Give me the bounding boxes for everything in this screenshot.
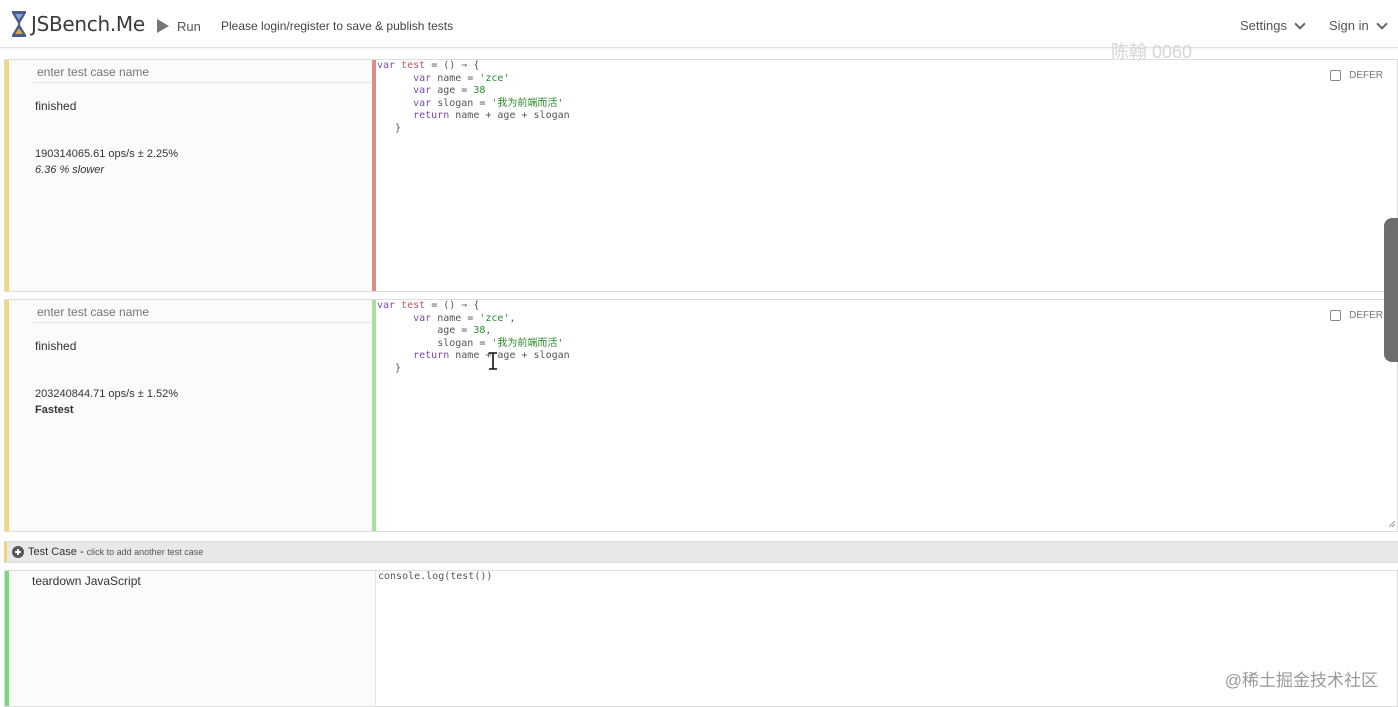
code-content[interactable]: var test = () ⇒ { var name = 'zce' var a…: [377, 60, 570, 136]
teardown-code[interactable]: console.log(test()): [378, 571, 492, 584]
run-label: Run: [177, 18, 201, 34]
settings-menu[interactable]: Settings: [1240, 17, 1306, 33]
test-case-name-input[interactable]: [33, 301, 373, 323]
code-editor[interactable]: var test = () ⇒ { var name = 'zce' var a…: [376, 60, 1397, 291]
test-case-name-input[interactable]: [33, 61, 373, 83]
defer-checkbox[interactable]: DEFER: [1330, 310, 1383, 321]
teardown-section: teardown JavaScript console.log(test()): [4, 570, 1398, 707]
test-case-info: finished 203240844.71 ops/s ± 1.52% Fast…: [9, 300, 374, 531]
defer-label: DEFER: [1349, 70, 1383, 81]
teardown-info: teardown JavaScript: [9, 571, 376, 706]
brand[interactable]: JSBench.Me: [9, 9, 145, 39]
test-case-2: finished 203240844.71 ops/s ± 1.52% Fast…: [4, 299, 1398, 532]
relative-result: Fastest: [35, 404, 74, 416]
run-button[interactable]: Run: [157, 17, 201, 35]
text-cursor-icon: [489, 352, 497, 370]
settings-label: Settings: [1240, 18, 1287, 33]
teardown-label: teardown JavaScript: [32, 574, 141, 588]
teardown-code-text: console.log(test()): [378, 571, 493, 582]
hourglass-logo-icon: [12, 11, 26, 37]
footer-watermark: @稀土掘金技术社区: [1224, 671, 1378, 690]
test-case-info: finished 190314065.61 ops/s ± 2.25% 6.36…: [9, 60, 374, 291]
checkbox-icon[interactable]: [1330, 310, 1342, 321]
signin-menu[interactable]: Sign in: [1329, 17, 1388, 33]
ops-result: 190314065.61 ops/s ± 2.25%: [35, 148, 179, 160]
play-icon: [157, 19, 169, 33]
login-notice[interactable]: Please login/register to save & publish …: [221, 19, 453, 33]
defer-checkbox[interactable]: DEFER: [1330, 70, 1383, 81]
add-test-case-button[interactable]: Test Case - click to add another test ca…: [4, 541, 1398, 563]
plus-circle-icon: [12, 546, 24, 558]
chevron-down-icon: [1294, 17, 1306, 30]
chevron-down-icon: [1376, 17, 1388, 30]
relative-result: 6.36 % slower: [35, 164, 105, 176]
resize-grip-icon[interactable]: [1388, 520, 1396, 528]
checkbox-icon[interactable]: [1330, 70, 1342, 81]
test-case-1: finished 190314065.61 ops/s ± 2.25% 6.36…: [4, 59, 1398, 292]
add-test-case-hint: click to add another test case: [86, 547, 204, 557]
code-editor[interactable]: var test = () ⇒ { var name = 'zce', age …: [376, 300, 1397, 531]
add-bar-strip: [4, 542, 7, 562]
defer-label: DEFER: [1349, 310, 1383, 321]
status-text: finished: [35, 99, 77, 113]
signin-label: Sign in: [1329, 18, 1369, 33]
side-scroll-handle[interactable]: [1384, 218, 1398, 362]
watermark-username: 陈翰 0060: [1111, 42, 1193, 62]
brand-name: JSBench.Me: [31, 12, 145, 36]
code-content[interactable]: var test = () ⇒ { var name = 'zce', age …: [377, 300, 570, 376]
ops-result: 203240844.71 ops/s ± 1.52%: [35, 388, 179, 400]
add-test-case-label: Test Case -: [28, 546, 84, 558]
status-text: finished: [35, 339, 77, 353]
